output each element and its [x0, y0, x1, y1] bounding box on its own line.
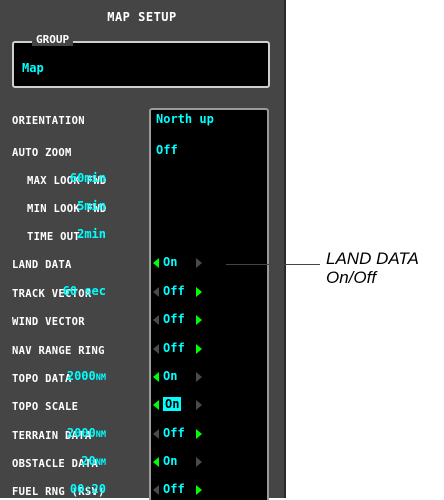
map-setup-window: MAP SETUP GROUP Map ORIENTATION AUTO ZOO…	[0, 0, 286, 500]
land-data-callout: LAND DATA On/Off	[326, 249, 419, 287]
land-data-label: LAND DATA	[12, 259, 72, 271]
fuel-rng-right-arrow-icon[interactable]	[196, 485, 202, 495]
group-label: GROUP	[32, 33, 74, 46]
wind-vector-label: WIND VECTOR	[12, 316, 85, 328]
min-look-fwd-value[interactable]: 5min	[77, 199, 106, 213]
settings-value-column	[149, 108, 269, 500]
terrain-data-left-arrow-icon[interactable]	[153, 429, 159, 439]
fuel-rng-range[interactable]: 00:20	[70, 482, 106, 496]
topo-scale-value[interactable]: On	[163, 397, 182, 411]
terrain-data-right-arrow-icon[interactable]	[196, 429, 202, 439]
terrain-data-value[interactable]: Off	[163, 426, 185, 440]
obstacle-data-left-arrow-icon[interactable]	[153, 457, 159, 467]
topo-data-value[interactable]: On	[163, 369, 177, 383]
land-data-right-arrow-icon[interactable]	[196, 258, 202, 268]
callout-subtitle: On/Off	[326, 268, 377, 287]
topo-data-left-arrow-icon[interactable]	[153, 372, 159, 382]
group-value[interactable]: Map	[22, 61, 44, 75]
wind-vector-right-arrow-icon[interactable]	[196, 315, 202, 325]
topo-data-range[interactable]: 2000NM	[67, 369, 106, 383]
topo-scale-label: TOPO SCALE	[12, 401, 79, 413]
terrain-data-range-unit: NM	[95, 430, 106, 440]
topo-data-right-arrow-icon[interactable]	[196, 372, 202, 382]
nav-range-ring-left-arrow-icon[interactable]	[153, 344, 159, 354]
topo-data-range-number: 2000	[66, 369, 96, 383]
window-title: MAP SETUP	[107, 10, 177, 24]
orientation-value[interactable]: North up	[156, 112, 214, 126]
track-vector-value[interactable]: Off	[163, 284, 185, 298]
fuel-rng-value[interactable]: Off	[163, 482, 185, 496]
topo-data-range-unit: NM	[95, 373, 106, 383]
auto-zoom-value[interactable]: Off	[156, 143, 178, 157]
time-out-value[interactable]: 2min	[77, 227, 106, 241]
callout-leader-line	[226, 264, 320, 265]
auto-zoom-label: AUTO ZOOM	[12, 147, 72, 159]
topo-data-label: TOPO DATA	[12, 373, 72, 385]
time-out-label: TIME OUT	[27, 231, 80, 243]
obstacle-data-range[interactable]: 20NM	[81, 454, 106, 468]
topo-scale-left-arrow-icon[interactable]	[153, 400, 159, 410]
callout-title: LAND DATA	[326, 249, 419, 268]
obstacle-data-range-unit: NM	[95, 458, 106, 468]
wind-vector-left-arrow-icon[interactable]	[153, 315, 159, 325]
nav-range-ring-label: NAV RANGE RING	[12, 345, 105, 357]
land-data-value[interactable]: On	[163, 255, 177, 269]
max-look-fwd-value[interactable]: 60min	[70, 171, 106, 185]
obstacle-data-right-arrow-icon[interactable]	[196, 457, 202, 467]
group-selector[interactable]: GROUP Map	[12, 33, 270, 88]
topo-scale-right-arrow-icon[interactable]	[196, 400, 202, 410]
track-vector-right-arrow-icon[interactable]	[196, 287, 202, 297]
land-data-left-arrow-icon[interactable]	[153, 258, 159, 268]
terrain-data-range[interactable]: 2000NM	[67, 426, 106, 440]
track-vector-left-arrow-icon[interactable]	[153, 287, 159, 297]
wind-vector-value[interactable]: Off	[163, 312, 185, 326]
obstacle-data-value[interactable]: On	[163, 454, 177, 468]
obstacle-data-range-number: 20	[81, 454, 96, 468]
orientation-label: ORIENTATION	[12, 115, 85, 127]
nav-range-ring-right-arrow-icon[interactable]	[196, 344, 202, 354]
fuel-rng-left-arrow-icon[interactable]	[153, 485, 159, 495]
terrain-data-range-number: 2000	[66, 426, 96, 440]
topo-scale-value-box[interactable]: On	[163, 397, 182, 411]
nav-range-ring-value[interactable]: Off	[163, 341, 185, 355]
track-vector-range[interactable]: 60 sec	[63, 284, 106, 298]
